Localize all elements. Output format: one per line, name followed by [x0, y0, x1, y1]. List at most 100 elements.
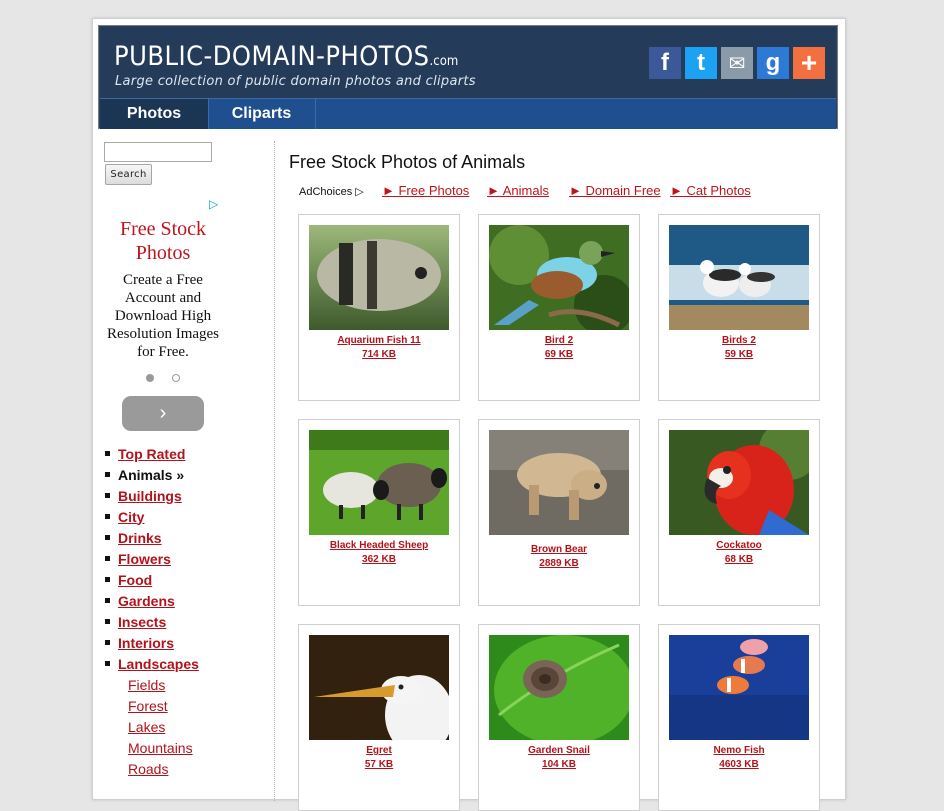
photo-title-link[interactable]: Bird 2 — [479, 335, 639, 346]
photo-title-link[interactable]: Garden Snail — [479, 745, 639, 756]
ad-next-button[interactable]: › — [122, 396, 204, 431]
bullet-icon — [105, 451, 110, 456]
sidebar-item-interiors[interactable]: Interiors — [105, 632, 174, 653]
photo-card[interactable]: Garden Snail 104 KB — [478, 624, 640, 811]
sidebar-item-animals[interactable]: Animals » — [105, 464, 184, 485]
photo-size-link[interactable]: 714 KB — [299, 349, 459, 360]
sidebar-subitem-label[interactable]: Lakes — [128, 719, 165, 735]
tab-cliparts[interactable]: Cliparts — [208, 99, 316, 129]
sidebar-item-label[interactable]: Food — [118, 572, 152, 588]
photo-card[interactable]: Egret 57 KB — [298, 624, 460, 811]
ad-title[interactable]: Free Stock Photos — [103, 217, 223, 265]
photo-thumbnail-bird[interactable] — [489, 225, 629, 330]
sidebar-subitem-label[interactable]: Mountains — [128, 740, 193, 756]
sidebar-subitem-label[interactable]: Roads — [128, 761, 168, 777]
bullet-icon — [105, 514, 110, 519]
photo-card[interactable]: Birds 2 59 KB — [658, 214, 820, 401]
bullet-icon — [105, 661, 110, 666]
sidebar-subitem-label[interactable]: Forest — [128, 698, 168, 714]
header-banner: PUBLIC-DOMAIN-PHOTOS.com Large collectio… — [100, 27, 836, 98]
sidebar-subitem-forest[interactable]: Forest — [128, 695, 168, 716]
share-plus-icon[interactable]: + — [793, 47, 825, 79]
sidebar-item-label[interactable]: City — [118, 509, 144, 525]
photo-thumbnail-parrot[interactable] — [669, 430, 809, 535]
sidebar-item-gardens[interactable]: Gardens — [105, 590, 175, 611]
photo-thumbnail-bear[interactable] — [489, 430, 629, 535]
photo-title-link[interactable]: Cockatoo — [659, 540, 819, 551]
photo-card[interactable]: Black Headed Sheep 362 KB — [298, 419, 460, 606]
photo-title-link[interactable]: Brown Bear — [479, 544, 639, 555]
sidebar-subitem-fields[interactable]: Fields — [128, 674, 165, 695]
carousel-dot-active[interactable] — [146, 374, 154, 382]
tab-photos[interactable]: Photos — [100, 99, 209, 129]
photo-thumbnail-fish[interactable] — [309, 225, 449, 330]
sidebar-item-city[interactable]: City — [105, 506, 144, 527]
photo-card[interactable]: Aquarium Fish 11 714 KB — [298, 214, 460, 401]
site-tagline: Large collection of public domain photos… — [115, 74, 476, 89]
sidebar-item-label[interactable]: Buildings — [118, 488, 182, 504]
photo-size-link[interactable]: 362 KB — [299, 554, 459, 565]
photo-thumbnail-snail[interactable] — [489, 635, 629, 740]
ad-link-domainfree[interactable]: ► Domain Free — [569, 183, 661, 198]
photo-size-link[interactable]: 69 KB — [479, 349, 639, 360]
sidebar-item-label[interactable]: Landscapes — [118, 656, 199, 672]
photo-size-link[interactable]: 2889 KB — [479, 558, 639, 569]
bullet-icon — [105, 577, 110, 582]
adchoices-text: AdChoices — [299, 186, 353, 198]
photo-title-link[interactable]: Black Headed Sheep — [299, 540, 459, 551]
adchoices-icon[interactable]: ▷ — [209, 197, 218, 211]
sidebar-subitem-mountains[interactable]: Mountains — [128, 737, 193, 758]
sidebar-item-food[interactable]: Food — [105, 569, 152, 590]
search-input[interactable] — [104, 142, 212, 162]
sidebar-item-drinks[interactable]: Drinks — [105, 527, 162, 548]
ad-link-animals[interactable]: ► Animals — [487, 183, 549, 198]
photo-title-link[interactable]: Birds 2 — [659, 335, 819, 346]
photo-size-link[interactable]: 4603 KB — [659, 759, 819, 770]
sidebar-item-label[interactable]: Drinks — [118, 530, 162, 546]
photo-size-link[interactable]: 59 KB — [659, 349, 819, 360]
sidebar-subitem-label[interactable]: Fields — [128, 677, 165, 693]
bullet-icon — [105, 619, 110, 624]
photo-card[interactable]: Nemo Fish 4603 KB — [658, 624, 820, 811]
adchoices-label[interactable]: AdChoices ▷ — [299, 185, 364, 198]
google-plus-icon[interactable]: g — [757, 47, 789, 79]
site-logo[interactable]: PUBLIC-DOMAIN-PHOTOS.com — [114, 41, 458, 72]
sidebar-item-buildings[interactable]: Buildings — [105, 485, 182, 506]
ad-link-catphotos[interactable]: ► Cat Photos — [670, 183, 751, 198]
sidebar-item-insects[interactable]: Insects — [105, 611, 166, 632]
twitter-icon[interactable]: t — [685, 47, 717, 79]
photo-title-link[interactable]: Nemo Fish — [659, 745, 819, 756]
photo-thumbnail-gulls[interactable] — [669, 225, 809, 330]
photo-thumbnail-nemo[interactable] — [669, 635, 809, 740]
photo-title-link[interactable]: Egret — [299, 745, 459, 756]
carousel-dot[interactable] — [172, 374, 180, 382]
photo-card[interactable]: Brown Bear 2889 KB — [478, 419, 640, 606]
bullet-icon — [105, 493, 110, 498]
photo-card[interactable]: Bird 2 69 KB — [478, 214, 640, 401]
photo-size-link[interactable]: 104 KB — [479, 759, 639, 770]
sidebar-item-toprated[interactable]: Top Rated — [105, 443, 185, 464]
photo-size-link[interactable]: 68 KB — [659, 554, 819, 565]
search-button[interactable]: Search — [105, 164, 152, 185]
sidebar-item-label[interactable]: Insects — [118, 614, 166, 630]
photo-size-link[interactable]: 57 KB — [299, 759, 459, 770]
sidebar-item-label[interactable]: Interiors — [118, 635, 174, 651]
sidebar-item-label[interactable]: Flowers — [118, 551, 171, 567]
left-sidebar: Search ▷ Free Stock Photos Create a Free… — [93, 137, 273, 797]
site-title-text: PUBLIC-DOMAIN-PHOTOS — [114, 41, 430, 72]
ad-body-text[interactable]: Create a Free Account and Download High … — [103, 271, 223, 361]
photo-thumbnail-sheep[interactable] — [309, 430, 449, 535]
sidebar-item-label[interactable]: Top Rated — [118, 446, 185, 462]
facebook-icon[interactable]: f — [649, 47, 681, 79]
page-title: Free Stock Photos of Animals — [289, 152, 526, 172]
email-icon[interactable]: ✉ — [721, 47, 753, 79]
sidebar-item-label[interactable]: Gardens — [118, 593, 175, 609]
photo-title-link[interactable]: Aquarium Fish 11 — [299, 335, 459, 346]
sidebar-item-landscapes[interactable]: Landscapes — [105, 653, 199, 674]
sidebar-item-flowers[interactable]: Flowers — [105, 548, 171, 569]
photo-thumbnail-egret[interactable] — [309, 635, 449, 740]
sidebar-subitem-roads[interactable]: Roads — [128, 758, 168, 779]
photo-card[interactable]: Cockatoo 68 KB — [658, 419, 820, 606]
sidebar-subitem-lakes[interactable]: Lakes — [128, 716, 165, 737]
ad-link-freephotos[interactable]: ► Free Photos — [382, 183, 469, 198]
